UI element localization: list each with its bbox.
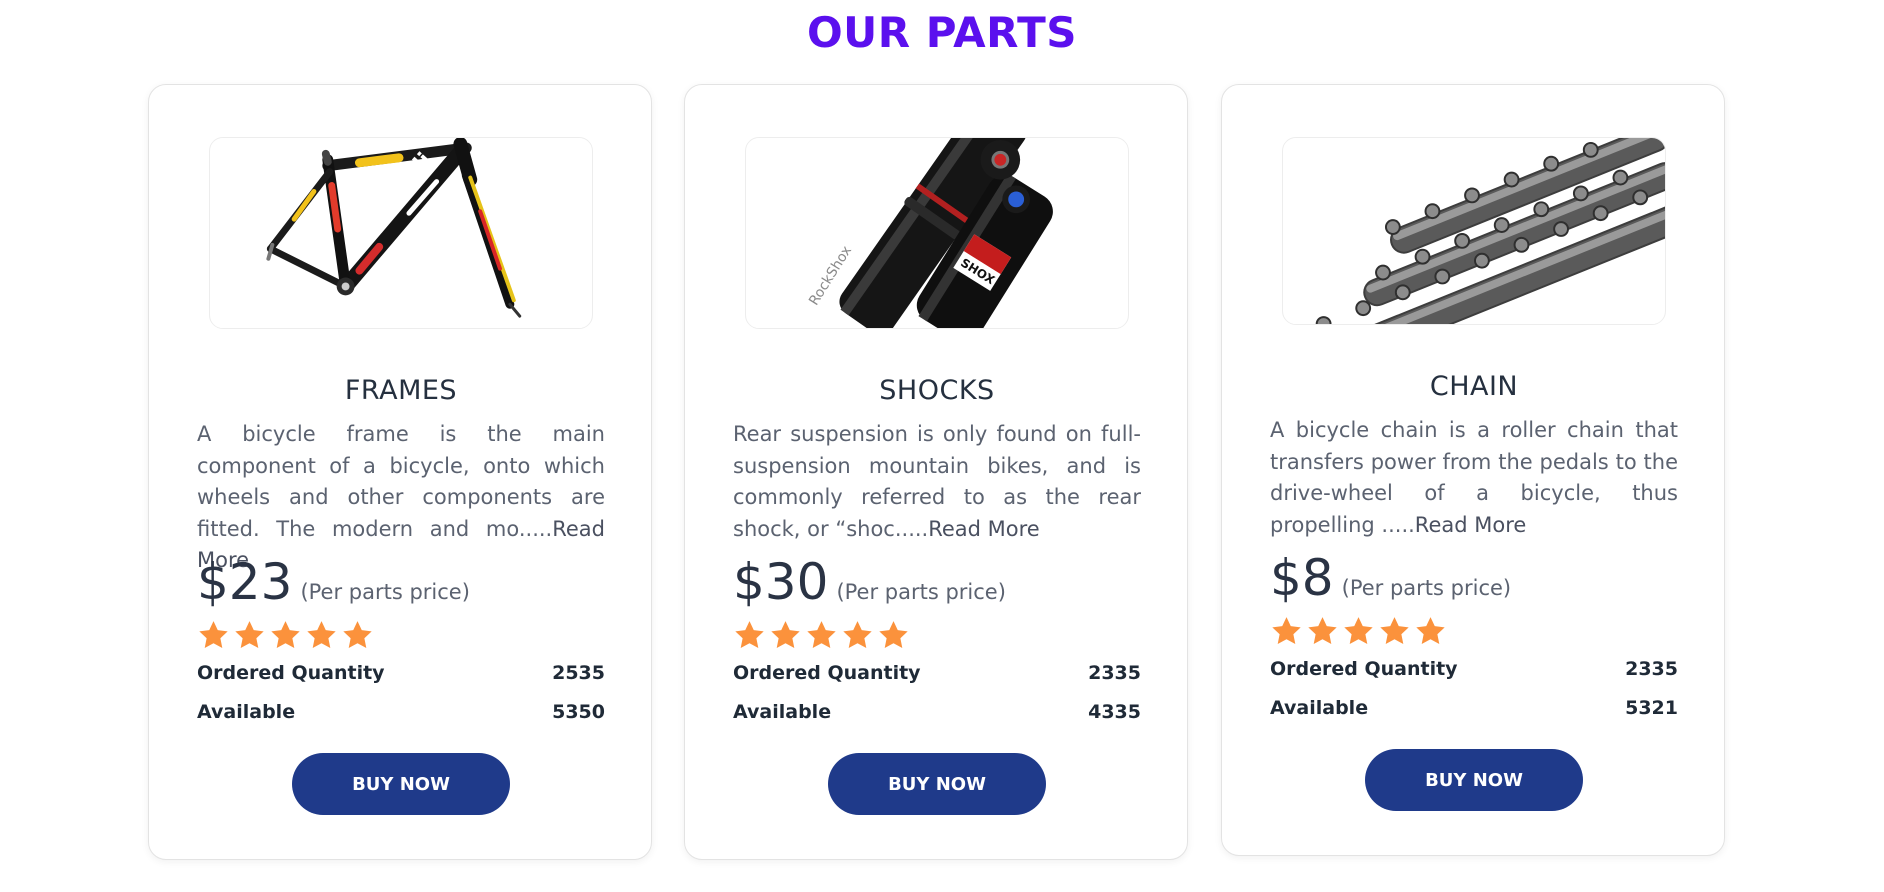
star-icon [343,621,372,649]
ordered-quantity-label: Ordered Quantity [197,662,385,684]
ordered-quantity-label: Ordered Quantity [733,662,921,684]
available-label: Available [197,701,296,723]
product-card-chain: CHAIN A bicycle chain is a roller chain … [1221,84,1725,856]
product-price: $23 [197,553,293,611]
ordered-quantity-value: 2335 [1625,658,1678,680]
star-icon [1416,617,1445,645]
parts-section: OUR PARTS cinelli FRAMES A bicycle frame… [0,0,1884,892]
star-icon [843,621,872,649]
read-more-link[interactable]: Read More [928,517,1040,541]
price-note: (Per parts price) [300,580,470,604]
bicycle-chain-image [1282,137,1666,325]
product-card-shocks: SHOX RockShox SHOCKS Rear suspension is … [684,84,1188,860]
ordered-quantity-row: Ordered Quantity 2335 [1270,658,1678,680]
product-price: $30 [733,553,829,611]
available-value: 5350 [552,701,605,723]
price-row: $23 (Per parts price) [197,553,617,611]
available-label: Available [733,701,832,723]
price-note: (Per parts price) [836,580,1006,604]
available-value: 4335 [1088,701,1141,723]
price-note: (Per parts price) [1341,576,1512,600]
star-icon [807,621,836,649]
bicycle-frame-image: cinelli [209,137,593,329]
rating-stars [197,619,374,652]
star-icon [1344,617,1373,645]
star-icon [1272,617,1301,645]
star-icon [1308,617,1337,645]
available-value: 5321 [1625,697,1678,719]
read-more-link[interactable]: Read More [1415,513,1527,537]
star-icon [307,621,336,649]
price-row: $8 (Per parts price) [1270,549,1690,607]
rating-stars [733,619,910,652]
star-icon [271,621,300,649]
rating-stars [1270,615,1447,648]
star-icon [235,621,264,649]
product-price: $8 [1270,549,1334,607]
section-title: OUR PARTS [806,8,1078,57]
product-title: FRAMES [344,375,458,406]
star-icon [771,621,800,649]
star-icon [735,621,764,649]
available-row: Available 4335 [733,701,1141,723]
product-title: CHAIN [1429,371,1519,402]
available-row: Available 5321 [1270,697,1678,719]
ordered-quantity-label: Ordered Quantity [1270,658,1458,680]
star-icon [199,621,228,649]
available-row: Available 5350 [197,701,605,723]
product-description: Rear suspension is only found on full-su… [733,422,1141,541]
product-description: A bicycle chain is a roller chain that t… [1270,418,1678,537]
rear-shock-image: SHOX RockShox [745,137,1129,329]
star-icon [1380,617,1409,645]
buy-now-button[interactable]: BUY NOW [828,753,1046,815]
ordered-quantity-value: 2535 [552,662,605,684]
product-title: SHOCKS [879,375,995,406]
buy-now-button[interactable]: BUY NOW [292,753,510,815]
price-row: $30 (Per parts price) [733,553,1153,611]
product-card-frames: cinelli FRAMES A bicycle frame is the ma… [148,84,652,860]
star-icon [879,621,908,649]
ordered-quantity-row: Ordered Quantity 2335 [733,662,1141,684]
available-label: Available [1270,697,1369,719]
ordered-quantity-row: Ordered Quantity 2535 [197,662,605,684]
ordered-quantity-value: 2335 [1088,662,1141,684]
buy-now-button[interactable]: BUY NOW [1365,749,1583,811]
